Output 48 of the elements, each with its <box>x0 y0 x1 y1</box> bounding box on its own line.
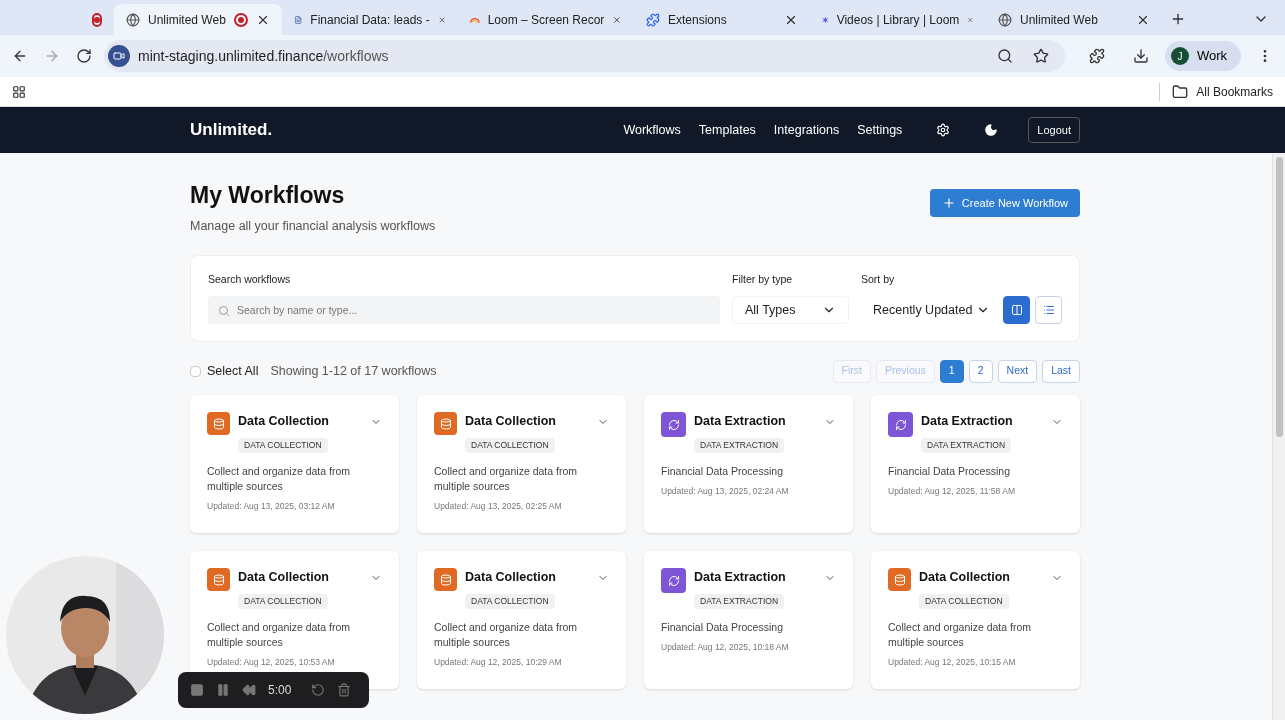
type-tag: DATA COLLECTION <box>238 438 328 453</box>
type-tag: DATA COLLECTION <box>465 594 555 609</box>
tab-title: Extensions <box>668 11 727 29</box>
card-description: Financial Data Processing <box>888 464 1011 479</box>
type-tag: DATA COLLECTION <box>919 594 1009 609</box>
tab-title: Unlimited Web <box>148 11 226 29</box>
page-subtitle: Manage all your financial analysis workflows <box>190 217 436 235</box>
sort-label: Sort by <box>861 271 896 287</box>
profile-label: Work <box>1196 47 1228 66</box>
card-title: Data Collection <box>465 569 556 587</box>
card-description: Financial Data Processing <box>661 464 784 479</box>
updated-time: Updated: Aug 12, 2025, 10:29 AM <box>434 656 563 669</box>
type-tag: DATA EXTRACTION <box>694 594 785 609</box>
type-tag: DATA EXTRACTION <box>921 438 1012 453</box>
card-description: Collect and organize data from multiple sources <box>207 464 351 494</box>
type-tag: DATA COLLECTION <box>238 594 328 609</box>
updated-time: Updated: Aug 12, 2025, 10:53 AM <box>207 656 336 669</box>
card-description: Collect and organize data from multiple sources <box>888 620 1032 650</box>
tab-title: Videos | Library | Loom <box>836 11 960 29</box>
tab-title: Unlimited Web <box>1020 11 1098 29</box>
card-title: Data Extraction <box>921 413 1013 431</box>
card-title: Data Collection <box>465 413 556 431</box>
updated-time: Updated: Aug 12, 2025, 10:18 AM <box>661 641 790 654</box>
search-label: Search workflows <box>208 271 292 287</box>
card-title: Data Collection <box>919 569 1010 587</box>
card-description: Collect and organize data from multiple sources <box>434 620 578 650</box>
type-tag: DATA COLLECTION <box>465 438 555 453</box>
tab-title: Loom – Screen Recor <box>487 11 605 29</box>
results-count: Showing 1-12 of 17 workflows <box>270 362 437 380</box>
updated-time: Updated: Aug 13, 2025, 03:12 AM <box>207 500 336 513</box>
updated-time: Updated: Aug 13, 2025, 02:25 AM <box>434 500 563 513</box>
avatar-initial: J <box>1170 47 1189 65</box>
card-title: Data Collection <box>238 569 329 587</box>
card-title: Data Extraction <box>694 413 786 431</box>
updated-time: Updated: Aug 13, 2025, 02:24 AM <box>661 485 790 498</box>
type-tag: DATA EXTRACTION <box>694 438 785 453</box>
updated-time: Updated: Aug 12, 2025, 10:15 AM <box>888 656 1017 669</box>
url-host: mint-staging.unlimited.finance <box>138 47 324 64</box>
filter-label: Filter by type <box>732 271 794 287</box>
card-description: Collect and organize data from multiple sources <box>207 620 351 650</box>
page-title: My Workflows <box>190 181 346 210</box>
card-description: Collect and organize data from multiple sources <box>434 464 578 494</box>
url-path: /workflows <box>323 47 389 64</box>
card-description: Financial Data Processing <box>661 620 784 635</box>
tab-title: Financial Data: leads - <box>310 11 430 29</box>
card-title: Data Extraction <box>694 569 786 587</box>
card-title: Data Collection <box>238 413 329 431</box>
updated-time: Updated: Aug 12, 2025, 11:58 AM <box>888 485 1016 498</box>
